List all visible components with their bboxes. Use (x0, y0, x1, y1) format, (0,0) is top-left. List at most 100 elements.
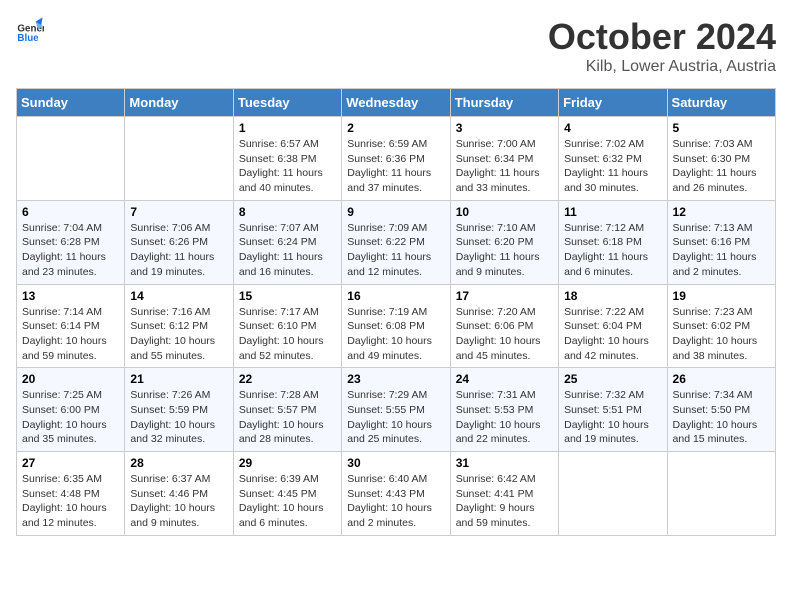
calendar-cell: 5 Sunrise: 7:03 AMSunset: 6:30 PMDaylight… (667, 117, 775, 201)
sunrise-text: Sunrise: 7:19 AM (347, 305, 444, 320)
sunrise-text: Sunrise: 7:25 AM (22, 388, 119, 403)
day-number: 4 (564, 121, 661, 135)
col-sunday: Sunday (17, 89, 125, 117)
calendar-cell: 25Sunrise: 7:32 AMSunset: 5:51 PMDayligh… (559, 368, 667, 452)
sunset-text: Sunset: 6:26 PM (130, 235, 227, 250)
day-info: Sunrise: 6:40 AMSunset: 4:43 PMDaylight:… (347, 472, 444, 531)
week-row-1: 1Sunrise: 6:57 AMSunset: 6:38 PMDaylight… (17, 117, 776, 201)
col-thursday: Thursday (450, 89, 558, 117)
daylight-text: Daylight: 10 hours and 25 minutes. (347, 418, 444, 447)
day-info: Sunrise: 7:25 AMSunset: 6:00 PMDaylight:… (22, 388, 119, 447)
svg-text:Blue: Blue (17, 33, 39, 44)
day-number: 5 (673, 121, 770, 135)
daylight-text: Daylight: 11 hours and 33 minutes. (456, 166, 553, 195)
logo-icon: General Blue (16, 16, 44, 44)
sunrise-text: Sunrise: 6:40 AM (347, 472, 444, 487)
sunset-text: Sunset: 4:41 PM (456, 487, 553, 502)
sunrise-text: Sunrise: 7:34 AM (673, 388, 770, 403)
day-number: 29 (239, 456, 336, 470)
daylight-text: Daylight: 10 hours and 9 minutes. (130, 501, 227, 530)
sunrise-text: Sunrise: 6:57 AM (239, 137, 336, 152)
calendar-cell: 31Sunrise: 6:42 AMSunset: 4:41 PMDayligh… (450, 452, 558, 536)
daylight-text: Daylight: 10 hours and 6 minutes. (239, 501, 336, 530)
day-number: 10 (456, 205, 553, 219)
day-number: 22 (239, 372, 336, 386)
day-number: 30 (347, 456, 444, 470)
day-info: Sunrise: 7:04 AMSunset: 6:28 PMDaylight:… (22, 221, 119, 280)
day-number: 23 (347, 372, 444, 386)
day-number: 28 (130, 456, 227, 470)
calendar-table: Sunday Monday Tuesday Wednesday Thursday… (16, 88, 776, 536)
day-info: Sunrise: 7:10 AMSunset: 6:20 PMDaylight:… (456, 221, 553, 280)
day-info: Sunrise: 7:19 AMSunset: 6:08 PMDaylight:… (347, 305, 444, 364)
sunrise-text: Sunrise: 7:13 AM (673, 221, 770, 236)
day-info: Sunrise: 7:09 AMSunset: 6:22 PMDaylight:… (347, 221, 444, 280)
daylight-text: Daylight: 9 hours and 59 minutes. (456, 501, 553, 530)
sunset-text: Sunset: 6:20 PM (456, 235, 553, 250)
day-info: Sunrise: 7:03 AMSunset: 6:30 PMDaylight:… (673, 137, 770, 196)
daylight-text: Daylight: 10 hours and 28 minutes. (239, 418, 336, 447)
sunrise-text: Sunrise: 7:03 AM (673, 137, 770, 152)
col-saturday: Saturday (667, 89, 775, 117)
sunset-text: Sunset: 4:46 PM (130, 487, 227, 502)
sunrise-text: Sunrise: 7:07 AM (239, 221, 336, 236)
day-number: 19 (673, 289, 770, 303)
day-info: Sunrise: 7:28 AMSunset: 5:57 PMDaylight:… (239, 388, 336, 447)
day-number: 13 (22, 289, 119, 303)
day-info: Sunrise: 6:59 AMSunset: 6:36 PMDaylight:… (347, 137, 444, 196)
week-row-3: 13Sunrise: 7:14 AMSunset: 6:14 PMDayligh… (17, 284, 776, 368)
calendar-cell (559, 452, 667, 536)
sunset-text: Sunset: 6:38 PM (239, 152, 336, 167)
daylight-text: Daylight: 11 hours and 6 minutes. (564, 250, 661, 279)
calendar-cell: 27Sunrise: 6:35 AMSunset: 4:48 PMDayligh… (17, 452, 125, 536)
day-number: 9 (347, 205, 444, 219)
day-number: 11 (564, 205, 661, 219)
sunrise-text: Sunrise: 6:39 AM (239, 472, 336, 487)
calendar-cell: 24Sunrise: 7:31 AMSunset: 5:53 PMDayligh… (450, 368, 558, 452)
day-info: Sunrise: 7:26 AMSunset: 5:59 PMDaylight:… (130, 388, 227, 447)
daylight-text: Daylight: 11 hours and 2 minutes. (673, 250, 770, 279)
daylight-text: Daylight: 11 hours and 37 minutes. (347, 166, 444, 195)
sunset-text: Sunset: 4:43 PM (347, 487, 444, 502)
day-info: Sunrise: 7:16 AMSunset: 6:12 PMDaylight:… (130, 305, 227, 364)
col-monday: Monday (125, 89, 233, 117)
day-info: Sunrise: 7:13 AMSunset: 6:16 PMDaylight:… (673, 221, 770, 280)
day-number: 2 (347, 121, 444, 135)
daylight-text: Daylight: 10 hours and 55 minutes. (130, 334, 227, 363)
calendar-cell: 2 Sunrise: 6:59 AMSunset: 6:36 PMDaylight… (342, 117, 450, 201)
day-number: 18 (564, 289, 661, 303)
calendar-header-row: Sunday Monday Tuesday Wednesday Thursday… (17, 89, 776, 117)
daylight-text: Daylight: 10 hours and 35 minutes. (22, 418, 119, 447)
sunrise-text: Sunrise: 7:22 AM (564, 305, 661, 320)
sunrise-text: Sunrise: 7:06 AM (130, 221, 227, 236)
sunset-text: Sunset: 6:14 PM (22, 319, 119, 334)
day-number: 6 (22, 205, 119, 219)
day-info: Sunrise: 7:12 AMSunset: 6:18 PMDaylight:… (564, 221, 661, 280)
page-header: General Blue October 2024 Kilb, Lower Au… (16, 16, 776, 76)
calendar-cell: 9 Sunrise: 7:09 AMSunset: 6:22 PMDaylight… (342, 200, 450, 284)
col-wednesday: Wednesday (342, 89, 450, 117)
daylight-text: Daylight: 10 hours and 49 minutes. (347, 334, 444, 363)
calendar-cell: 19Sunrise: 7:23 AMSunset: 6:02 PMDayligh… (667, 284, 775, 368)
daylight-text: Daylight: 11 hours and 19 minutes. (130, 250, 227, 279)
sunrise-text: Sunrise: 7:09 AM (347, 221, 444, 236)
day-number: 17 (456, 289, 553, 303)
sunset-text: Sunset: 6:28 PM (22, 235, 119, 250)
sunrise-text: Sunrise: 7:17 AM (239, 305, 336, 320)
week-row-2: 6 Sunrise: 7:04 AMSunset: 6:28 PMDaylight… (17, 200, 776, 284)
day-number: 27 (22, 456, 119, 470)
sunrise-text: Sunrise: 7:31 AM (456, 388, 553, 403)
daylight-text: Daylight: 10 hours and 52 minutes. (239, 334, 336, 363)
day-number: 31 (456, 456, 553, 470)
daylight-text: Daylight: 10 hours and 42 minutes. (564, 334, 661, 363)
daylight-text: Daylight: 11 hours and 16 minutes. (239, 250, 336, 279)
calendar-cell: 4Sunrise: 7:02 AMSunset: 6:32 PMDaylight… (559, 117, 667, 201)
calendar-cell: 21Sunrise: 7:26 AMSunset: 5:59 PMDayligh… (125, 368, 233, 452)
week-row-4: 20Sunrise: 7:25 AMSunset: 6:00 PMDayligh… (17, 368, 776, 452)
day-info: Sunrise: 7:32 AMSunset: 5:51 PMDaylight:… (564, 388, 661, 447)
day-info: Sunrise: 7:31 AMSunset: 5:53 PMDaylight:… (456, 388, 553, 447)
calendar-cell (17, 117, 125, 201)
calendar-cell: 13Sunrise: 7:14 AMSunset: 6:14 PMDayligh… (17, 284, 125, 368)
sunset-text: Sunset: 6:06 PM (456, 319, 553, 334)
calendar-cell: 7Sunrise: 7:06 AMSunset: 6:26 PMDaylight… (125, 200, 233, 284)
